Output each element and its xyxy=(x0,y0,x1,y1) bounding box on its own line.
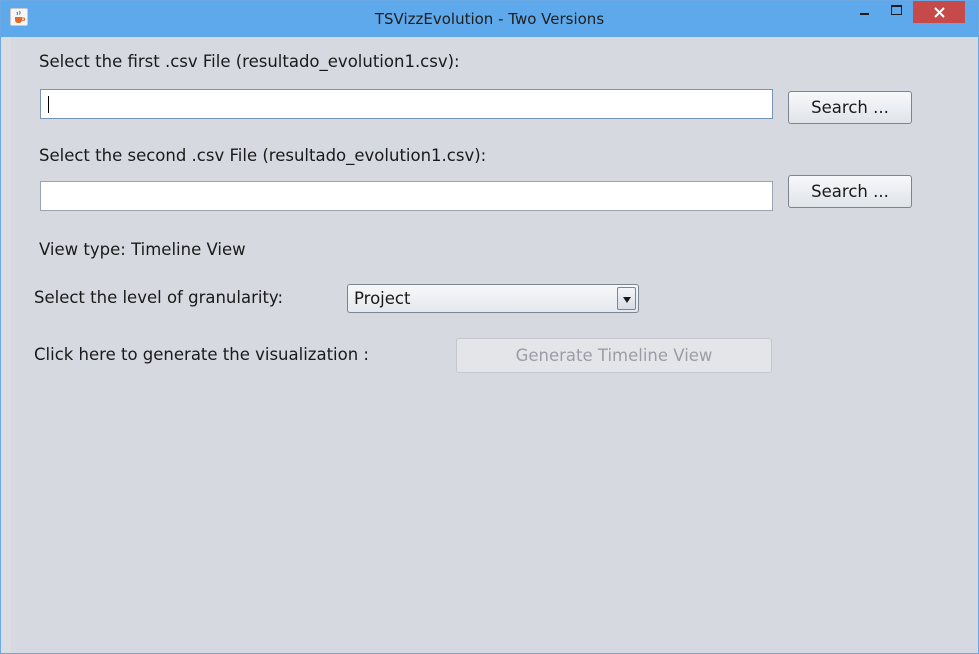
maximize-button[interactable] xyxy=(881,1,911,23)
app-window: TSVizzEvolution - Two Versions Select th… xyxy=(0,0,979,654)
main-panel: Select the first .csv File (resultado_ev… xyxy=(11,37,978,653)
granularity-selected: Project xyxy=(354,289,411,308)
close-button[interactable] xyxy=(913,1,965,23)
first-search-button[interactable]: Search ... xyxy=(788,91,912,124)
minimize-button[interactable] xyxy=(849,1,879,23)
text-caret xyxy=(48,96,49,113)
second-search-button[interactable]: Search ... xyxy=(788,175,912,208)
granularity-label: Select the level of granularity: xyxy=(34,288,284,307)
title-bar[interactable]: TSVizzEvolution - Two Versions xyxy=(1,1,978,37)
window-title: TSVizzEvolution - Two Versions xyxy=(374,10,605,28)
view-type-label: View type: Timeline View xyxy=(39,240,246,259)
close-icon xyxy=(934,7,945,18)
generate-timeline-button[interactable]: Generate Timeline View xyxy=(456,338,772,373)
granularity-dropdown[interactable]: Project xyxy=(347,284,639,313)
chevron-down-icon[interactable] xyxy=(617,287,636,310)
second-file-label: Select the second .csv File (resultado_e… xyxy=(39,146,487,165)
first-file-input[interactable] xyxy=(40,89,773,119)
first-file-label: Select the first .csv File (resultado_ev… xyxy=(39,52,460,71)
generate-label: Click here to generate the visualization… xyxy=(34,345,369,364)
second-file-input[interactable] xyxy=(40,181,773,211)
